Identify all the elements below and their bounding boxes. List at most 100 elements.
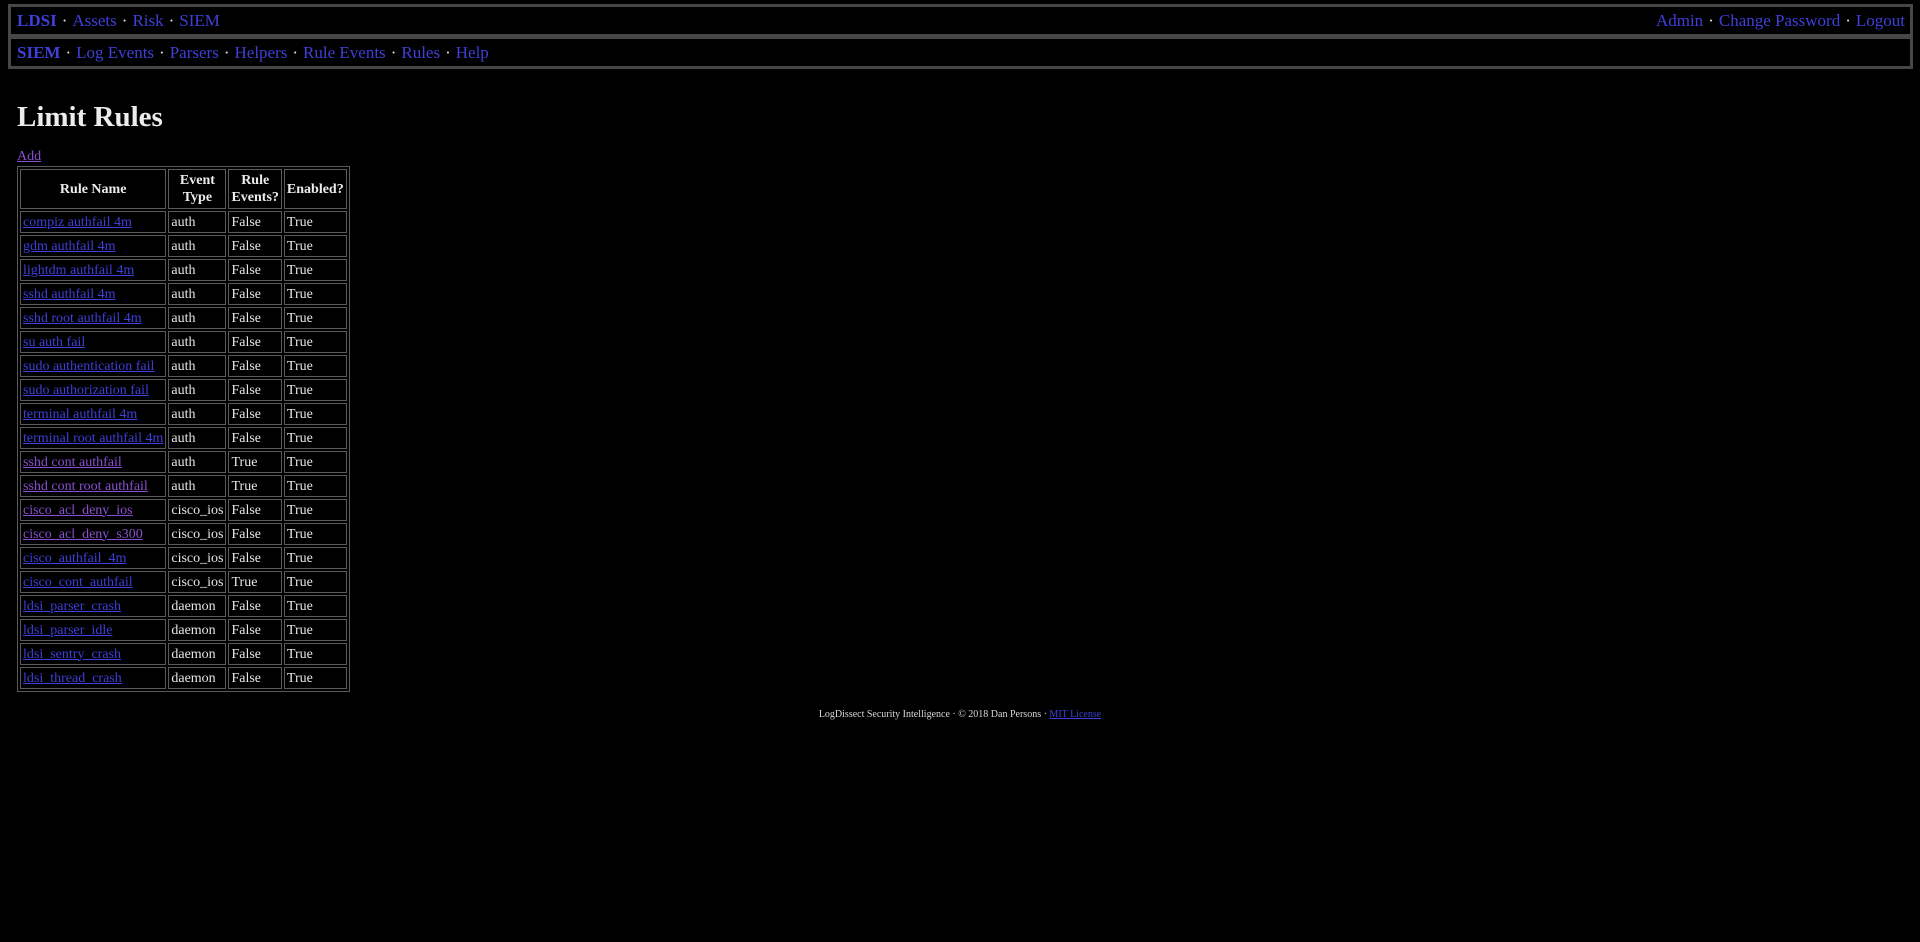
- cell-enabled: True: [283, 571, 347, 593]
- sub-nav-siem-link[interactable]: SIEM: [17, 43, 60, 62]
- top-nav-assets-link[interactable]: Assets: [72, 11, 116, 30]
- cell-event-type: auth: [168, 283, 227, 305]
- cell-rule-name: sudo authorization fail: [20, 379, 167, 401]
- rule-link[interactable]: terminal root authfail 4m: [23, 431, 163, 446]
- rule-link[interactable]: lightdm authfail 4m: [23, 263, 134, 278]
- cell-rule-name: cisco_authfail_4m: [20, 547, 167, 569]
- cell-enabled: True: [283, 307, 347, 329]
- rule-link[interactable]: cisco_cont_authfail: [23, 575, 133, 590]
- rule-link[interactable]: ldsi_parser_idle: [23, 623, 112, 638]
- cell-rule-events: False: [228, 259, 282, 281]
- rule-link[interactable]: sshd cont root authfail: [23, 479, 148, 494]
- rule-link[interactable]: ldsi_parser_crash: [23, 599, 121, 614]
- cell-rule-events: False: [228, 547, 282, 569]
- cell-event-type: daemon: [168, 667, 227, 689]
- table-body: compiz authfail 4m auth False True gdm authf…: [20, 211, 347, 689]
- table-row: ldsi_thread_crash daemon False True: [20, 667, 347, 689]
- cell-rule-events: True: [228, 475, 282, 497]
- cell-rule-name: su auth fail: [20, 331, 167, 353]
- table-row: ldsi_parser_idle daemon False True: [20, 619, 347, 641]
- cell-enabled: True: [283, 259, 347, 281]
- cell-rule-events: False: [228, 235, 282, 257]
- table-row: cisco_acl_deny_ios cisco_ios False True: [20, 499, 347, 521]
- cell-rule-name: lightdm authfail 4m: [20, 259, 167, 281]
- header-rule-events: Rule Events?: [228, 169, 282, 209]
- sub-nav-log-events-link[interactable]: Log Events: [76, 43, 154, 62]
- nav-separator: ·: [390, 43, 397, 62]
- cell-rule-events: True: [228, 451, 282, 473]
- cell-enabled: True: [283, 211, 347, 233]
- add-rule-link[interactable]: Add: [17, 149, 41, 165]
- rule-link[interactable]: sshd root authfail 4m: [23, 311, 142, 326]
- top-nav-siem-link[interactable]: SIEM: [179, 11, 220, 30]
- top-nav-logout-link[interactable]: Logout: [1856, 7, 1905, 34]
- nav-separator: ·: [292, 43, 299, 62]
- cell-rule-events: False: [228, 355, 282, 377]
- rule-link[interactable]: ldsi_sentry_crash: [23, 647, 121, 662]
- cell-rule-events: False: [228, 643, 282, 665]
- cell-rule-name: cisco_acl_deny_ios: [20, 499, 167, 521]
- cell-event-type: cisco_ios: [168, 523, 227, 545]
- top-nav-risk-link[interactable]: Risk: [132, 11, 163, 30]
- sub-nav-parsers-link[interactable]: Parsers: [170, 43, 219, 62]
- cell-event-type: daemon: [168, 643, 227, 665]
- rule-link[interactable]: sudo authentication fail: [23, 359, 154, 374]
- cell-enabled: True: [283, 355, 347, 377]
- rule-link[interactable]: cisco_acl_deny_s300: [23, 527, 143, 542]
- cell-enabled: True: [283, 331, 347, 353]
- top-nav-admin-link[interactable]: Admin: [1656, 7, 1703, 34]
- rule-link[interactable]: compiz authfail 4m: [23, 215, 132, 230]
- rule-link[interactable]: terminal authfail 4m: [23, 407, 137, 422]
- rule-link[interactable]: cisco_acl_deny_ios: [23, 503, 133, 518]
- table-row: terminal root authfail 4m auth False True: [20, 427, 347, 449]
- cell-rule-events: False: [228, 331, 282, 353]
- cell-enabled: True: [283, 427, 347, 449]
- cell-rule-events: False: [228, 403, 282, 425]
- cell-enabled: True: [283, 523, 347, 545]
- sub-nav-help-link[interactable]: Help: [456, 43, 489, 62]
- cell-rule-name: sshd authfail 4m: [20, 283, 167, 305]
- header-rule-events-line2: Events?: [231, 190, 279, 205]
- cell-rule-name: gdm authfail 4m: [20, 235, 167, 257]
- cell-event-type: auth: [168, 451, 227, 473]
- table-row: sshd cont root authfail auth True True: [20, 475, 347, 497]
- top-nav-change-password-link[interactable]: Change Password: [1719, 7, 1840, 34]
- table-row: sshd root authfail 4m auth False True: [20, 307, 347, 329]
- rule-link[interactable]: su auth fail: [23, 335, 85, 350]
- top-nav-left: LDSI · Assets · Risk · SIEM: [17, 7, 220, 34]
- cell-event-type: auth: [168, 259, 227, 281]
- cell-rule-name: cisco_acl_deny_s300: [20, 523, 167, 545]
- rule-link[interactable]: ldsi_thread_crash: [23, 671, 122, 686]
- table-row: su auth fail auth False True: [20, 331, 347, 353]
- nav-separator: ·: [168, 11, 175, 30]
- rule-link[interactable]: sshd cont authfail: [23, 455, 122, 470]
- mit-license-link[interactable]: MIT License: [1049, 709, 1101, 720]
- sub-nav-rule-events-link[interactable]: Rule Events: [303, 43, 386, 62]
- cell-event-type: daemon: [168, 619, 227, 641]
- rule-link[interactable]: sshd authfail 4m: [23, 287, 116, 302]
- sub-nav-rules-link[interactable]: Rules: [401, 43, 440, 62]
- cell-event-type: cisco_ios: [168, 499, 227, 521]
- rule-link[interactable]: cisco_authfail_4m: [23, 551, 126, 566]
- header-rule-events-line1: Rule: [241, 173, 270, 188]
- rule-link[interactable]: sudo authorization fail: [23, 383, 149, 398]
- nav-separator: ·: [445, 43, 451, 62]
- cell-event-type: auth: [168, 355, 227, 377]
- sub-nav-helpers-link[interactable]: Helpers: [235, 43, 288, 62]
- cell-rule-events: False: [228, 667, 282, 689]
- cell-enabled: True: [283, 403, 347, 425]
- cell-rule-name: sshd cont authfail: [20, 451, 167, 473]
- nav-separator: ·: [1708, 11, 1714, 30]
- cell-rule-events: False: [228, 307, 282, 329]
- cell-event-type: auth: [168, 307, 227, 329]
- top-nav-ldsi-link[interactable]: LDSI: [17, 11, 57, 30]
- footer: LogDissect Security Intelligence · © 201…: [0, 709, 1920, 720]
- page-title: Limit Rules: [17, 101, 163, 133]
- cell-event-type: auth: [168, 331, 227, 353]
- cell-enabled: True: [283, 283, 347, 305]
- cell-enabled: True: [283, 667, 347, 689]
- rule-link[interactable]: gdm authfail 4m: [23, 239, 116, 254]
- table-row: terminal authfail 4m auth False True: [20, 403, 347, 425]
- cell-event-type: auth: [168, 403, 227, 425]
- sub-nav: SIEM · Log Events · Parsers · Helpers · Rule Eve…: [8, 36, 1913, 69]
